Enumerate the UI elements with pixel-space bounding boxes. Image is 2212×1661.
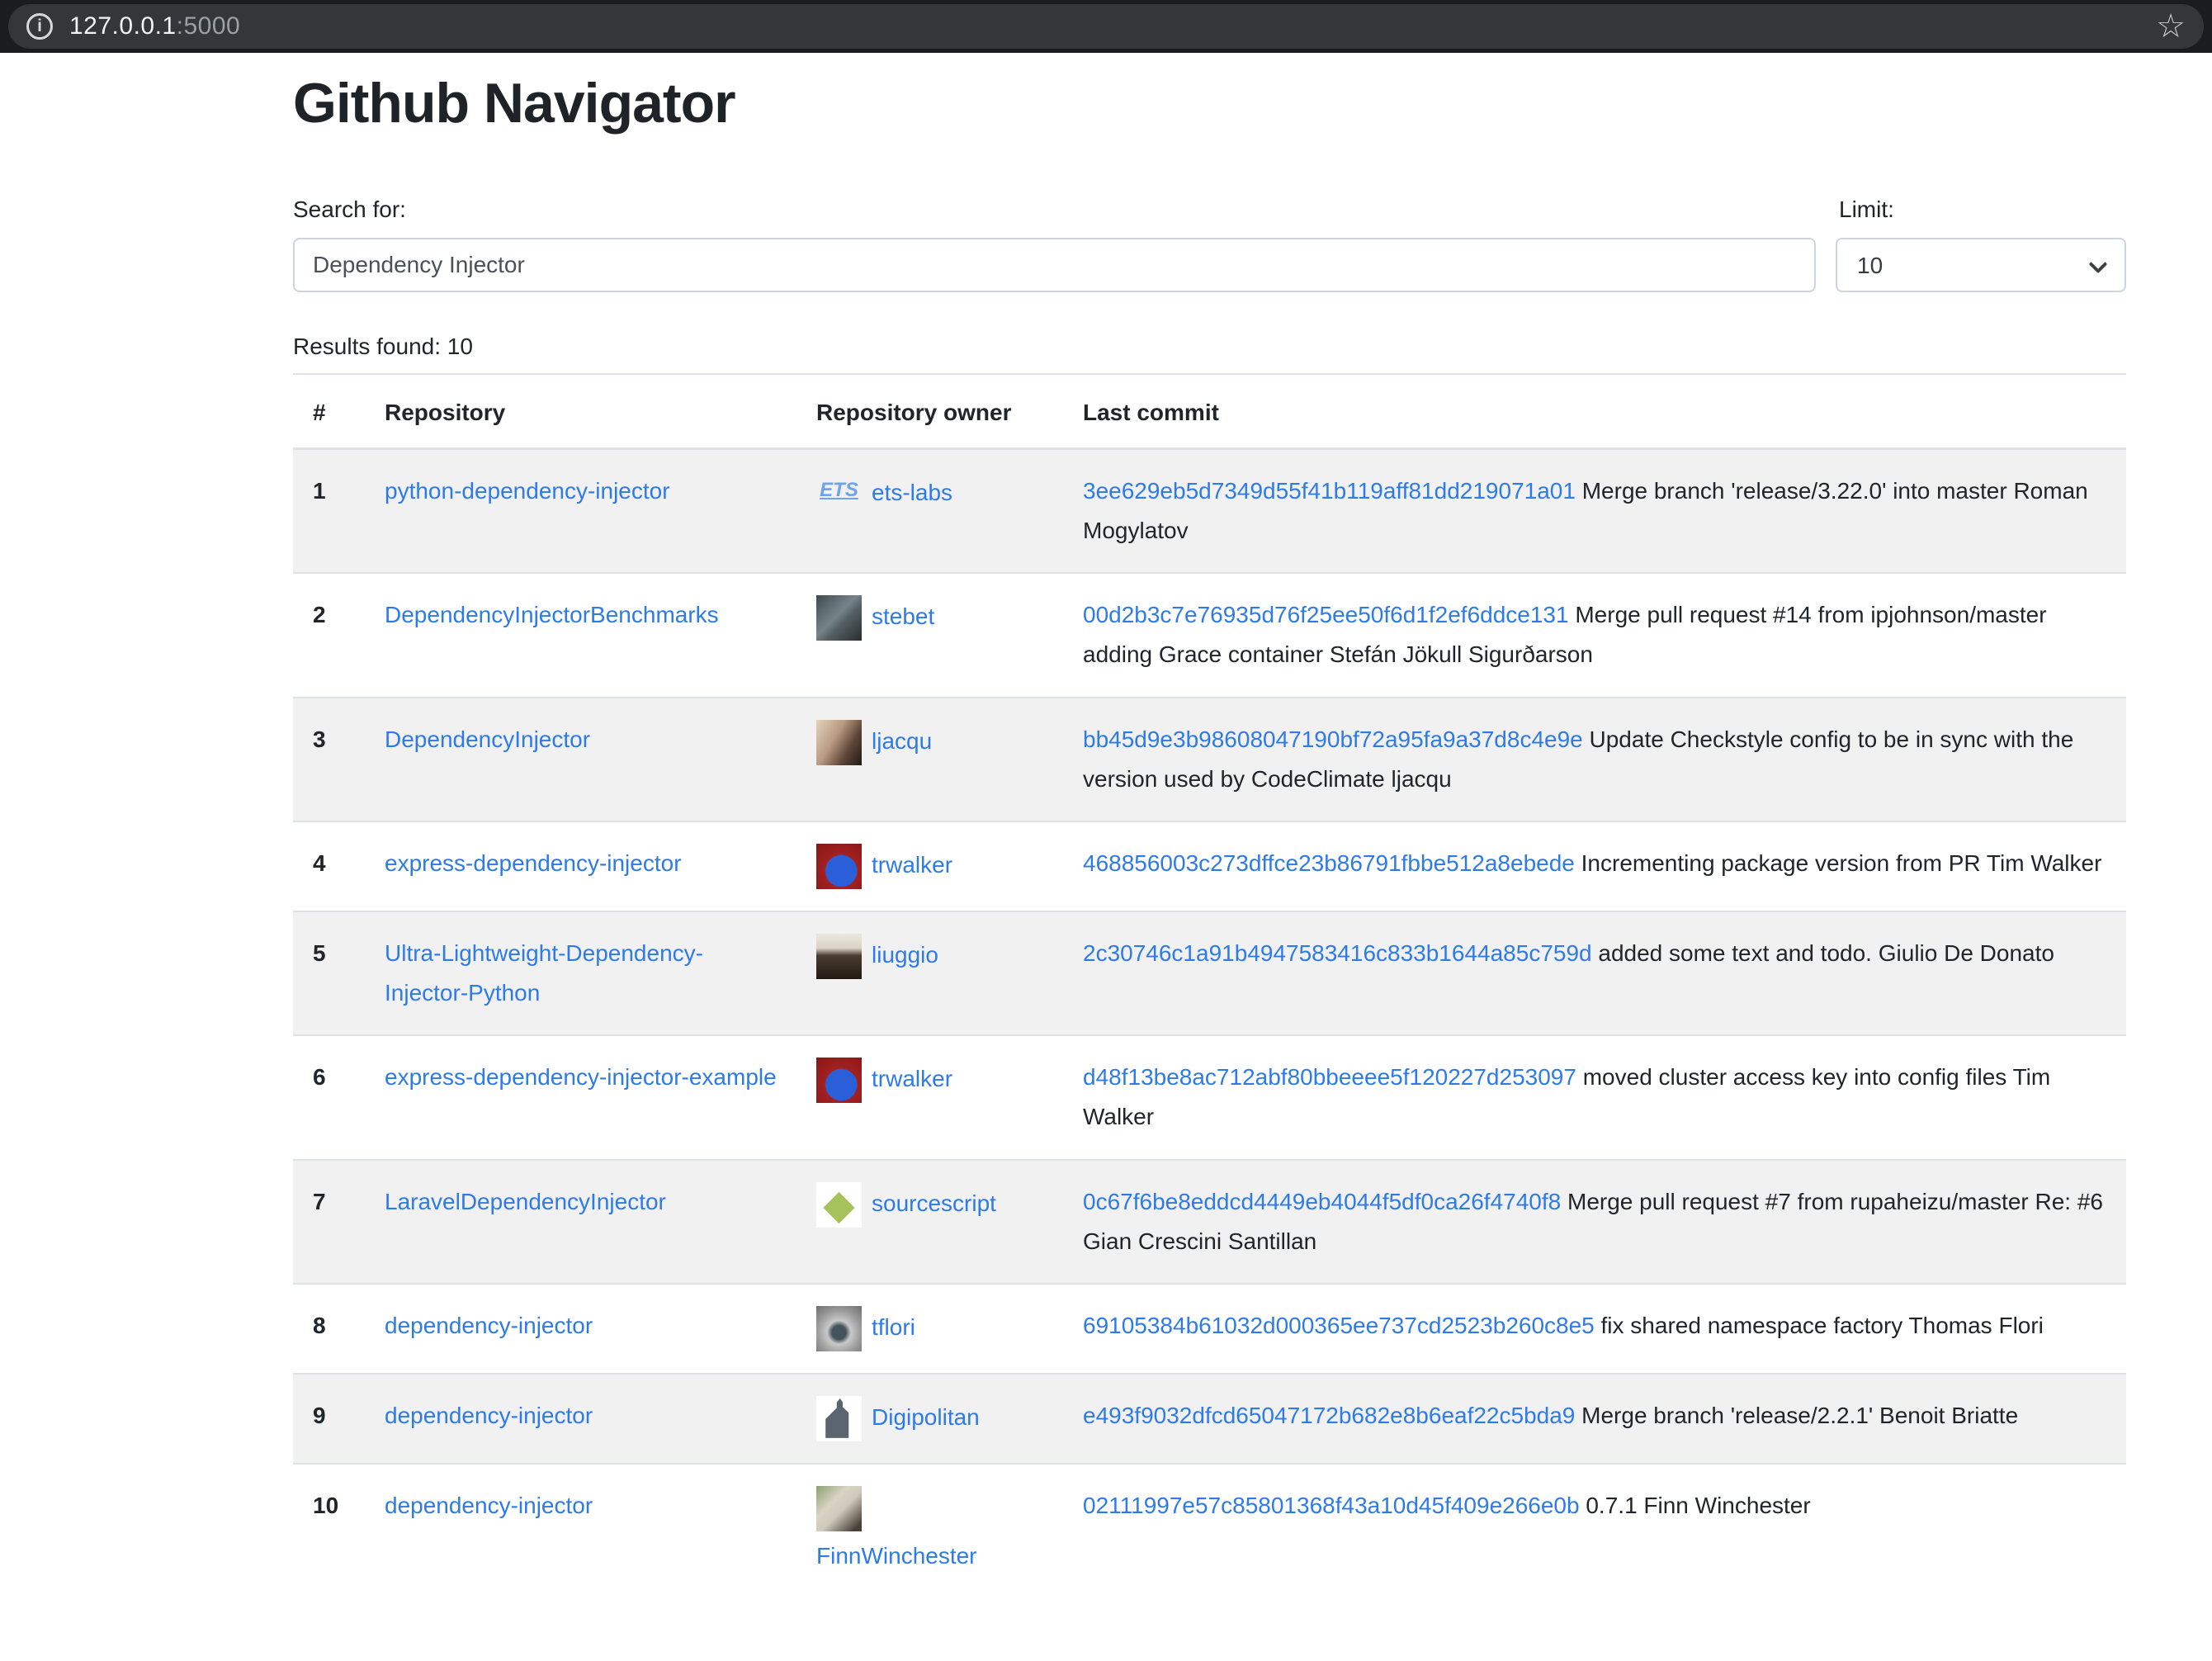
col-header-num: # bbox=[293, 374, 365, 449]
repo-link[interactable]: dependency-injector bbox=[385, 1313, 593, 1338]
table-header-row: # Repository Repository owner Last commi… bbox=[293, 374, 2126, 449]
table-row: 7 LaravelDependencyInjector ◆ sourcescrip… bbox=[293, 1160, 2126, 1284]
owner-link[interactable]: ljacqu bbox=[872, 728, 932, 754]
digipolitan-logo bbox=[816, 1396, 862, 1441]
commit-hash-link[interactable]: 02111997e57c85801368f43a10d45f409e266e0b bbox=[1083, 1493, 1580, 1518]
owner-link[interactable]: tflori bbox=[872, 1314, 915, 1340]
search-input[interactable] bbox=[293, 238, 1816, 292]
commit-hash-link[interactable]: 0c67f6be8eddcd4449eb4044f5df0ca26f4740f8 bbox=[1083, 1189, 1561, 1214]
owner-link[interactable]: liuggio bbox=[872, 942, 938, 968]
table-row: 6 express-dependency-injector-example tr… bbox=[293, 1035, 2126, 1159]
owner-link[interactable]: sourcescript bbox=[872, 1190, 996, 1215]
owner-link[interactable]: ets-labs bbox=[872, 480, 952, 505]
commit-message: 0.7.1 Finn Winchester bbox=[1586, 1493, 1810, 1518]
owner-avatar bbox=[816, 934, 862, 979]
owner-avatar bbox=[816, 1058, 862, 1103]
url-port: :5000 bbox=[177, 12, 241, 40]
commit-hash-link[interactable]: e493f9032dfcd65047172b682e8b6eaf22c5bda9 bbox=[1083, 1403, 1575, 1428]
owner-link[interactable]: trwalker bbox=[872, 1066, 952, 1091]
commit-hash-link[interactable]: 2c30746c1a91b4947583416c833b1644a85c759d bbox=[1083, 940, 1592, 966]
row-number: 7 bbox=[293, 1160, 365, 1284]
commit-hash-link[interactable]: d48f13be8ac712abf80bbeeee5f120227d253097 bbox=[1083, 1064, 1576, 1090]
commit-message: fix shared namespace factory Thomas Flor… bbox=[1601, 1313, 2044, 1338]
row-number: 9 bbox=[293, 1374, 365, 1464]
ets-labs-logo: ETS bbox=[816, 471, 862, 517]
commit-hash-link[interactable]: 69105384b61032d000365ee737cd2523b260c8e5 bbox=[1083, 1313, 1595, 1338]
commit-hash-link[interactable]: 00d2b3c7e76935d76f25ee50f6d1f2ef6ddce131 bbox=[1083, 602, 1569, 627]
repo-link[interactable]: python-dependency-injector bbox=[385, 478, 670, 504]
limit-select[interactable]: 10 bbox=[1836, 238, 2126, 292]
owner-avatar bbox=[816, 595, 862, 641]
owner-link[interactable]: stebet bbox=[872, 603, 934, 629]
col-header-repository: Repository bbox=[365, 374, 796, 449]
page-title: Github Navigator bbox=[293, 71, 2126, 135]
sourcescript-logo: ◆ bbox=[816, 1182, 862, 1228]
col-header-owner: Repository owner bbox=[796, 374, 1063, 449]
results-table: # Repository Repository owner Last commi… bbox=[293, 373, 2126, 1597]
bookmark-star-icon[interactable]: ☆ bbox=[2156, 10, 2186, 43]
address-bar[interactable]: i 127.0.0.1:5000 ☆ bbox=[8, 4, 2204, 49]
owner-link[interactable]: trwalker bbox=[872, 852, 952, 878]
row-number: 8 bbox=[293, 1284, 365, 1374]
owner-avatar bbox=[816, 720, 862, 765]
repo-link[interactable]: DependencyInjector bbox=[385, 726, 590, 752]
search-label: Search for: bbox=[293, 196, 406, 223]
table-row: 4 express-dependency-injector trwalker 4… bbox=[293, 821, 2126, 911]
table-row: 2 DependencyInjectorBenchmarks stebet 00… bbox=[293, 573, 2126, 697]
row-number: 3 bbox=[293, 698, 365, 821]
repo-link[interactable]: LaravelDependencyInjector bbox=[385, 1189, 666, 1214]
owner-link[interactable]: Digipolitan bbox=[872, 1404, 980, 1430]
repo-link[interactable]: express-dependency-injector bbox=[385, 850, 682, 876]
limit-label: Limit: bbox=[1836, 196, 2126, 223]
row-number: 5 bbox=[293, 911, 365, 1035]
url-text[interactable]: 127.0.0.1:5000 bbox=[69, 12, 240, 40]
repo-link[interactable]: dependency-injector bbox=[385, 1403, 593, 1428]
main-content: Github Navigator Search for: Limit: 10 R… bbox=[293, 71, 2126, 1597]
commit-hash-link[interactable]: 468856003c273dffce23b86791fbbe512a8ebede bbox=[1083, 850, 1575, 876]
building-icon bbox=[823, 1398, 856, 1438]
sourcescript-diamond-icon: ◆ bbox=[816, 1182, 862, 1228]
site-info-icon[interactable]: i bbox=[26, 13, 53, 40]
repo-link[interactable]: dependency-injector bbox=[385, 1493, 593, 1518]
table-row: 3 DependencyInjector ljacqu bb45d9e3b986… bbox=[293, 698, 2126, 821]
repo-link[interactable]: express-dependency-injector-example bbox=[385, 1064, 777, 1090]
row-number: 10 bbox=[293, 1464, 365, 1597]
row-number: 6 bbox=[293, 1035, 365, 1159]
commit-hash-link[interactable]: 3ee629eb5d7349d55f41b119aff81dd219071a01 bbox=[1083, 478, 1576, 504]
form-labels-row: Search for: Limit: bbox=[293, 196, 2126, 223]
table-row: 5 Ultra-Lightweight-Dependency-Injector-… bbox=[293, 911, 2126, 1035]
table-row: 1 python-dependency-injector ETS ets-labs… bbox=[293, 449, 2126, 574]
owner-avatar bbox=[816, 844, 862, 889]
owner-avatar bbox=[816, 1486, 862, 1531]
row-number: 2 bbox=[293, 573, 365, 697]
commit-message: added some text and todo. Giulio De Dona… bbox=[1598, 940, 2054, 966]
browser-toolbar: i 127.0.0.1:5000 ☆ bbox=[0, 0, 2212, 53]
row-number: 4 bbox=[293, 821, 365, 911]
repo-link[interactable]: Ultra-Lightweight-Dependency-Injector-Py… bbox=[385, 940, 703, 1006]
commit-message: Incrementing package version from PR Tim… bbox=[1581, 850, 2102, 876]
commit-hash-link[interactable]: bb45d9e3b98608047190bf72a95fa9a37d8c4e9e bbox=[1083, 726, 1583, 752]
table-row: 8 dependency-injector tflori 69105384b61… bbox=[293, 1284, 2126, 1374]
owner-avatar bbox=[816, 1306, 862, 1351]
owner-link[interactable]: FinnWinchester bbox=[816, 1543, 977, 1569]
repo-link[interactable]: DependencyInjectorBenchmarks bbox=[385, 602, 719, 627]
commit-message: Merge branch 'release/2.2.1' Benoit Bria… bbox=[1581, 1403, 2018, 1428]
limit-select-wrap: 10 bbox=[1836, 238, 2126, 292]
table-row: 10 dependency-injector FinnWinchester 02… bbox=[293, 1464, 2126, 1597]
results-summary: Results found: 10 bbox=[293, 334, 2126, 360]
col-header-last-commit: Last commit bbox=[1063, 374, 2126, 449]
ets-logo-text: ETS bbox=[816, 471, 862, 509]
table-row: 9 dependency-injector Digipolitan e493f9… bbox=[293, 1374, 2126, 1464]
url-host: 127.0.0.1 bbox=[69, 12, 177, 40]
row-number: 1 bbox=[293, 449, 365, 574]
form-inputs-row: 10 bbox=[293, 238, 2126, 292]
